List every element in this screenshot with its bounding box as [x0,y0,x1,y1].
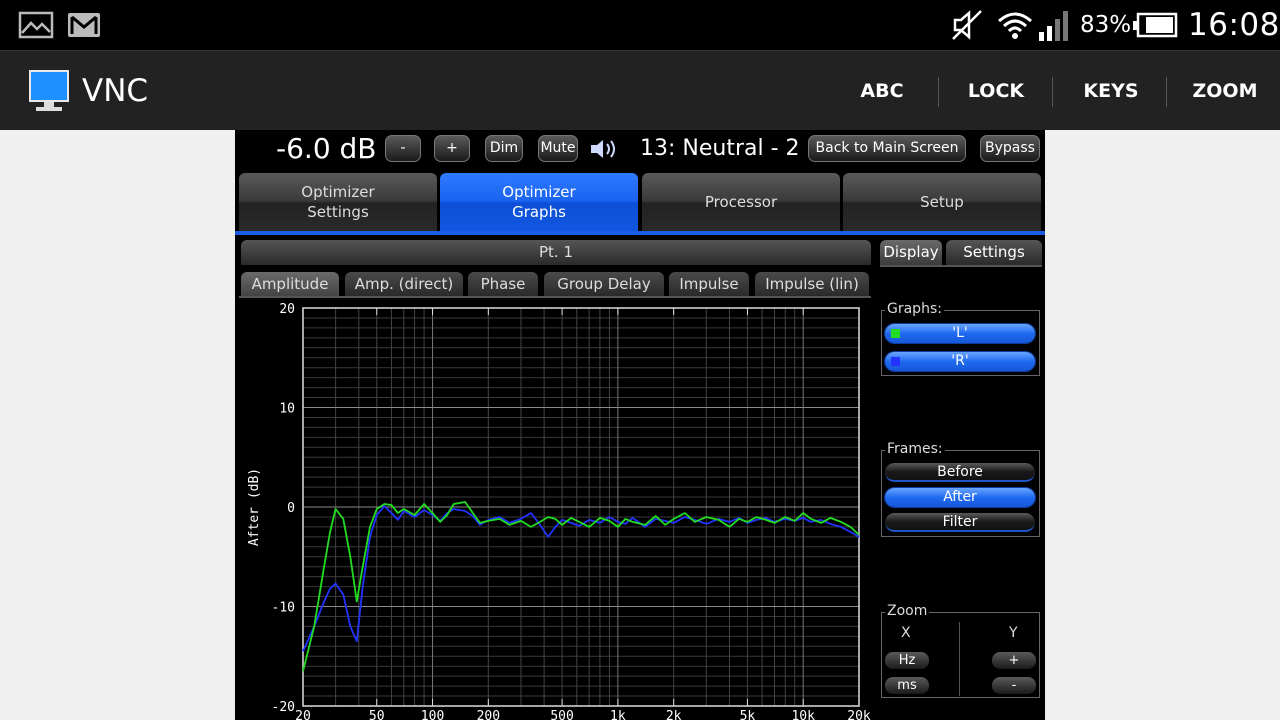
zoom-x-label: X [901,625,911,641]
tab-impulse[interactable]: Impulse [669,272,749,296]
tab-processor[interactable]: Processor [642,173,840,231]
zoom-hz-button[interactable]: Hz [885,652,929,669]
graph-r-label: 'R' [951,353,969,369]
y-tick-label: 10 [279,402,295,417]
zoom-y-plus-button[interactable]: + [992,652,1036,669]
y-tick-label: -10 [272,601,295,616]
mute-button[interactable]: Mute [538,135,578,162]
x-tick-label: 20k [847,709,871,720]
app-title: VNC [82,73,149,109]
tab-underline [235,231,1045,235]
tab-optimizer-graphs[interactable]: Optimizer Graphs [440,173,638,231]
speaker-icon[interactable] [589,138,621,160]
volume-up-button[interactable]: + [434,135,470,162]
tab-setup[interactable]: Setup [843,173,1041,231]
y-tick-label: 0 [287,501,295,516]
y-tick-label: 20 [279,302,295,317]
x-tick-label: 50 [369,709,385,720]
status-bar: 83% 16:08 [0,0,1280,50]
tab-group-delay[interactable]: Group Delay [544,272,664,296]
zoom-title: Zoom [885,603,930,619]
tab-amplitude[interactable]: Amplitude [241,272,339,296]
x-tick-label: 20 [295,709,311,720]
graphs-title: Graphs: [885,301,944,317]
abc-button[interactable]: ABC [846,51,918,131]
divider [239,296,871,298]
keys-button[interactable]: KEYS [1072,51,1150,131]
gmail-icon [68,13,100,37]
zoom-y-label: Y [1009,625,1018,641]
action-bar: VNC ABC LOCK KEYS ZOOM [0,50,1280,130]
x-tick-label: 1k [610,709,626,720]
divider [1052,77,1053,107]
x-tick-label: 10k [791,709,815,720]
divider [1166,77,1167,107]
divider [880,265,1042,267]
tab-optimizer-settings[interactable]: Optimizer Settings [239,173,437,231]
zoom-ms-button[interactable]: ms [885,677,929,694]
y-axis-label: After (dB) [247,468,262,546]
l-color-swatch [891,329,900,338]
tab-amp-direct[interactable]: Amp. (direct) [345,272,463,296]
gallery-icon [18,11,54,39]
x-tick-label: 500 [550,709,573,720]
graph-l-label: 'L' [952,325,968,341]
signal-icon [1039,11,1068,41]
graph-r-toggle[interactable]: 'R' [885,352,1035,371]
dim-button[interactable]: Dim [485,135,523,162]
amplitude-chart[interactable]: -20 -10 0 10 20 20 50 100 200 500 1k 2k 5k 10k 20k Afte… [239,300,875,720]
frame-after-button[interactable]: After [885,488,1035,507]
monitor-icon [29,70,69,111]
back-to-main-button[interactable]: Back to Main Screen [808,135,966,162]
volume-readout: -6.0 dB [276,132,377,165]
preset-label: 13: Neutral - 2.0 [640,136,800,161]
volume-down-button[interactable]: - [385,135,421,162]
point-selector[interactable]: Pt. 1 [241,240,871,265]
lock-button[interactable]: LOCK [958,51,1034,131]
x-tick-label: 200 [477,709,500,720]
frame-before-button[interactable]: Before [885,463,1035,482]
frames-title: Frames: [885,441,945,457]
divider [959,622,960,696]
remote-screen[interactable]: -6.0 dB - + Dim Mute 13: Neutral - 2.0 B… [235,130,1045,720]
tab-settings[interactable]: Settings [946,240,1042,265]
frame-filter-button[interactable]: Filter [885,513,1035,532]
wifi-icon [998,12,1032,39]
x-tick-label: 2k [666,709,682,720]
graph-l-toggle[interactable]: 'L' [885,324,1035,343]
clock: 16:08 [1188,7,1280,43]
mute-icon [952,10,982,40]
battery-percent: 83% [1080,12,1132,38]
tab-display[interactable]: Display [880,240,942,265]
zoom-button[interactable]: ZOOM [1186,51,1264,131]
tab-impulse-lin[interactable]: Impulse (lin) [755,272,869,296]
y-tick-label: -20 [272,700,295,715]
tab-phase[interactable]: Phase [468,272,538,296]
bypass-button[interactable]: Bypass [980,135,1040,162]
battery-icon [1133,12,1178,38]
divider [938,77,939,107]
x-tick-label: 5k [740,709,756,720]
r-color-swatch [891,357,900,366]
x-tick-label: 100 [421,709,444,720]
zoom-y-minus-button[interactable]: - [992,677,1036,694]
